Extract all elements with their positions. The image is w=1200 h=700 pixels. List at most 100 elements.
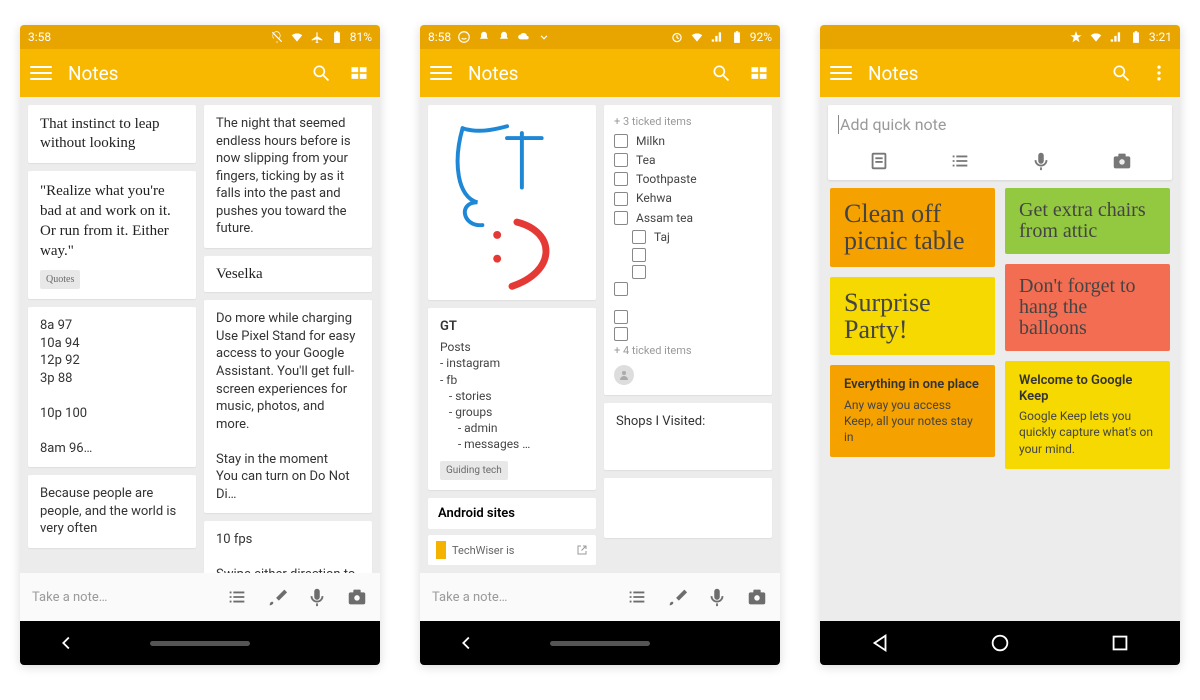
search-icon[interactable] <box>710 62 732 84</box>
open-external-icon[interactable] <box>576 544 588 556</box>
quick-note-input[interactable]: Add quick note <box>838 115 1162 134</box>
note-card[interactable] <box>604 478 772 538</box>
note-card[interactable]: Do more while charging Use Pixel Stand f… <box>204 300 372 513</box>
android-nav-bar <box>20 621 380 665</box>
note-card[interactable]: Android sites TechWiser is <box>428 498 596 565</box>
note-card[interactable]: The night that seemed endless hours befo… <box>204 105 372 248</box>
alarm-icon <box>670 30 684 44</box>
chevron-down-icon <box>537 30 551 44</box>
notes-area[interactable]: Add quick note Clean off picnic table Su… <box>820 97 1180 621</box>
note-icon[interactable] <box>863 148 895 174</box>
whatsapp-icon <box>457 30 471 44</box>
drawing-note-card[interactable] <box>428 105 596 300</box>
search-icon[interactable] <box>310 62 332 84</box>
link-thumb <box>436 541 446 559</box>
list-toggle-icon[interactable] <box>626 586 648 608</box>
app-title: Notes <box>468 62 519 85</box>
mic-icon[interactable] <box>706 586 728 608</box>
note-card[interactable]: Don't forget to hang the balloons <box>1005 264 1170 351</box>
camera-icon[interactable] <box>1106 148 1138 174</box>
grid-view-icon[interactable] <box>348 62 370 84</box>
checklist-item[interactable]: Toothpaste <box>614 171 762 187</box>
checklist-item[interactable]: Kehwa <box>614 190 762 206</box>
note-card[interactable]: GT Posts - instagram - fb - stories - gr… <box>428 308 596 490</box>
checklist-item[interactable] <box>614 265 762 279</box>
checklist-item[interactable] <box>614 248 762 262</box>
phone-screenshot-3: 3:21 Notes Add quick note Clean off picn… <box>820 25 1180 665</box>
list-toggle-icon[interactable] <box>226 586 248 608</box>
compose-bar: Take a note… <box>20 573 380 621</box>
note-card[interactable]: Everything in one place Any way you acce… <box>830 365 995 457</box>
note-label[interactable]: Guiding tech <box>440 461 508 481</box>
note-title: GT <box>440 318 584 336</box>
status-battery-pct: 81% <box>350 30 372 44</box>
notes-grid[interactable]: GT Posts - instagram - fb - stories - gr… <box>420 97 780 573</box>
checklist-item[interactable]: Assam tea <box>614 210 762 226</box>
note-card[interactable]: Welcome to Google Keep Google Keep lets … <box>1005 361 1170 469</box>
overflow-icon[interactable] <box>1148 62 1170 84</box>
signal-icon <box>710 30 724 44</box>
gesture-pill-icon[interactable] <box>150 641 250 646</box>
note-title: Android sites <box>428 498 596 529</box>
embedded-link[interactable]: TechWiser is <box>428 535 596 565</box>
quick-note-bar: Add quick note <box>828 105 1172 180</box>
note-card[interactable]: Get extra chairs from attic <box>1005 188 1170 254</box>
ticked-items-header: + 3 ticked items <box>614 115 762 130</box>
checklist-item[interactable]: Tea <box>614 152 762 168</box>
back-icon[interactable] <box>869 632 891 654</box>
app-title: Notes <box>868 62 919 85</box>
dnd-icon <box>270 30 284 44</box>
status-bar: 8:58 92% <box>420 25 780 49</box>
collaborator-avatar[interactable] <box>614 365 634 385</box>
status-time: 8:58 <box>428 30 451 44</box>
gesture-pill-icon[interactable] <box>550 641 650 646</box>
mic-icon[interactable] <box>306 586 328 608</box>
back-icon[interactable] <box>456 632 478 654</box>
note-card[interactable]: Surprise Party! <box>830 277 995 356</box>
wifi-icon <box>690 30 704 44</box>
checklist-item[interactable]: Milkn <box>614 133 762 149</box>
note-card[interactable]: Shops I Visited: <box>604 403 772 471</box>
brush-icon[interactable] <box>666 586 688 608</box>
recents-icon[interactable] <box>1109 632 1131 654</box>
grid-view-icon[interactable] <box>748 62 770 84</box>
note-title: Shops I Visited: <box>616 414 705 429</box>
phone-screenshot-2: 8:58 92% Notes <box>420 25 780 665</box>
mic-icon[interactable] <box>1025 148 1057 174</box>
app-bar: Notes <box>820 49 1180 97</box>
menu-icon[interactable] <box>30 62 52 84</box>
camera-icon[interactable] <box>346 586 368 608</box>
note-card[interactable]: 8a 97 10a 94 12p 92 3p 88 10p 100 8am 96… <box>28 307 196 467</box>
brush-icon[interactable] <box>266 586 288 608</box>
note-label[interactable]: Quotes <box>40 270 80 290</box>
checklist-item[interactable]: Taj <box>614 229 762 245</box>
battery-icon <box>1129 30 1143 44</box>
star-icon <box>1069 30 1083 44</box>
menu-icon[interactable] <box>830 62 852 84</box>
status-bar: 3:58 81% <box>20 25 380 49</box>
bell-icon <box>477 30 491 44</box>
status-bar: 3:21 <box>820 25 1180 49</box>
airplane-icon <box>310 30 324 44</box>
menu-icon[interactable] <box>430 62 452 84</box>
battery-icon <box>330 30 344 44</box>
note-card[interactable]: Veselka <box>204 256 372 293</box>
note-card[interactable]: "Realize what you're bad at and work on … <box>28 171 196 300</box>
search-icon[interactable] <box>1110 62 1132 84</box>
back-icon[interactable] <box>56 632 78 654</box>
compose-input[interactable]: Take a note… <box>32 590 208 605</box>
list-toggle-icon[interactable] <box>944 148 976 174</box>
bell-icon <box>497 30 511 44</box>
ticked-items-footer: + 4 ticked items <box>614 344 762 359</box>
notes-grid[interactable]: That instinct to leap without looking "R… <box>20 97 380 573</box>
compose-input[interactable]: Take a note… <box>432 590 608 605</box>
signal-icon <box>1109 30 1123 44</box>
note-card[interactable]: That instinct to leap without looking <box>28 105 196 163</box>
camera-icon[interactable] <box>746 586 768 608</box>
checklist-note-card[interactable]: + 3 ticked items Milkn Tea Toothpaste Kehwa… <box>604 105 772 395</box>
battery-icon <box>730 30 744 44</box>
note-card[interactable]: 10 fps Swipe either direction to clear C… <box>204 521 372 573</box>
note-card[interactable]: Because people are people, and the world… <box>28 475 196 548</box>
home-icon[interactable] <box>989 632 1011 654</box>
note-card[interactable]: Clean off picnic table <box>830 188 995 267</box>
